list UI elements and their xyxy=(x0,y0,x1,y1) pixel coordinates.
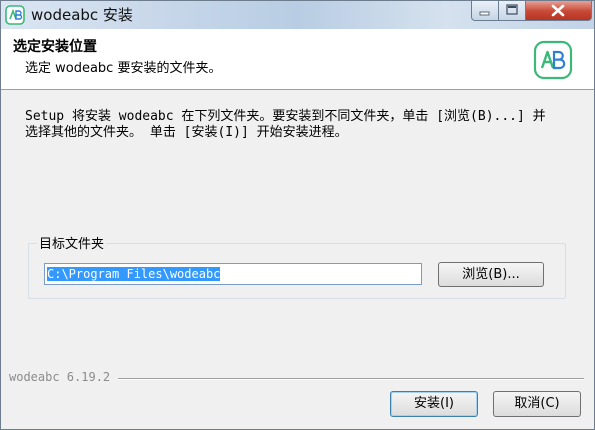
header-panel: 选定安装位置 选定 wodeabc 要安装的文件夹。 xyxy=(1,29,594,90)
minimize-button[interactable] xyxy=(471,1,499,21)
destination-path-input[interactable]: C:\Program Files\wodeabc xyxy=(44,263,422,285)
version-label: wodeabc 6.19.2 xyxy=(9,370,111,384)
app-icon xyxy=(5,5,25,25)
instructions-text: Setup 将安装 wodeabc 在下列文件夹。要安装到不同文件夹，单击 [浏… xyxy=(25,109,580,141)
brand-logo-icon xyxy=(533,40,573,80)
close-button[interactable] xyxy=(526,1,592,21)
maximize-button[interactable] xyxy=(499,1,526,21)
destination-group-label: 目标文件夹 xyxy=(37,233,107,252)
instructions-line-2: 选择其他的文件夹。 单击 [安装(I)] 开始安装进程。 xyxy=(25,125,348,140)
browse-button[interactable]: 浏览(B)... xyxy=(438,262,544,287)
header-title: 选定安装位置 xyxy=(13,39,97,55)
installer-window: wodeabc 安装 选定安装位置 选定 wodeabc 要安装的文件夹。 Se… xyxy=(0,0,595,430)
footer-divider xyxy=(118,378,584,380)
instructions-line-1: Setup 将安装 wodeabc 在下列文件夹。要安装到不同文件夹，单击 [浏… xyxy=(25,109,546,124)
close-icon xyxy=(551,4,565,17)
minimize-icon xyxy=(479,11,490,16)
cancel-button[interactable]: 取消(C) xyxy=(493,391,581,417)
header-subtitle: 选定 wodeabc 要安装的文件夹。 xyxy=(25,61,222,76)
window-title: wodeabc 安装 xyxy=(31,6,133,24)
destination-path-value: C:\Program Files\wodeabc xyxy=(47,267,221,281)
title-bar[interactable]: wodeabc 安装 xyxy=(1,1,594,29)
install-button[interactable]: 安装(I) xyxy=(390,391,478,417)
maximize-icon xyxy=(506,4,518,15)
